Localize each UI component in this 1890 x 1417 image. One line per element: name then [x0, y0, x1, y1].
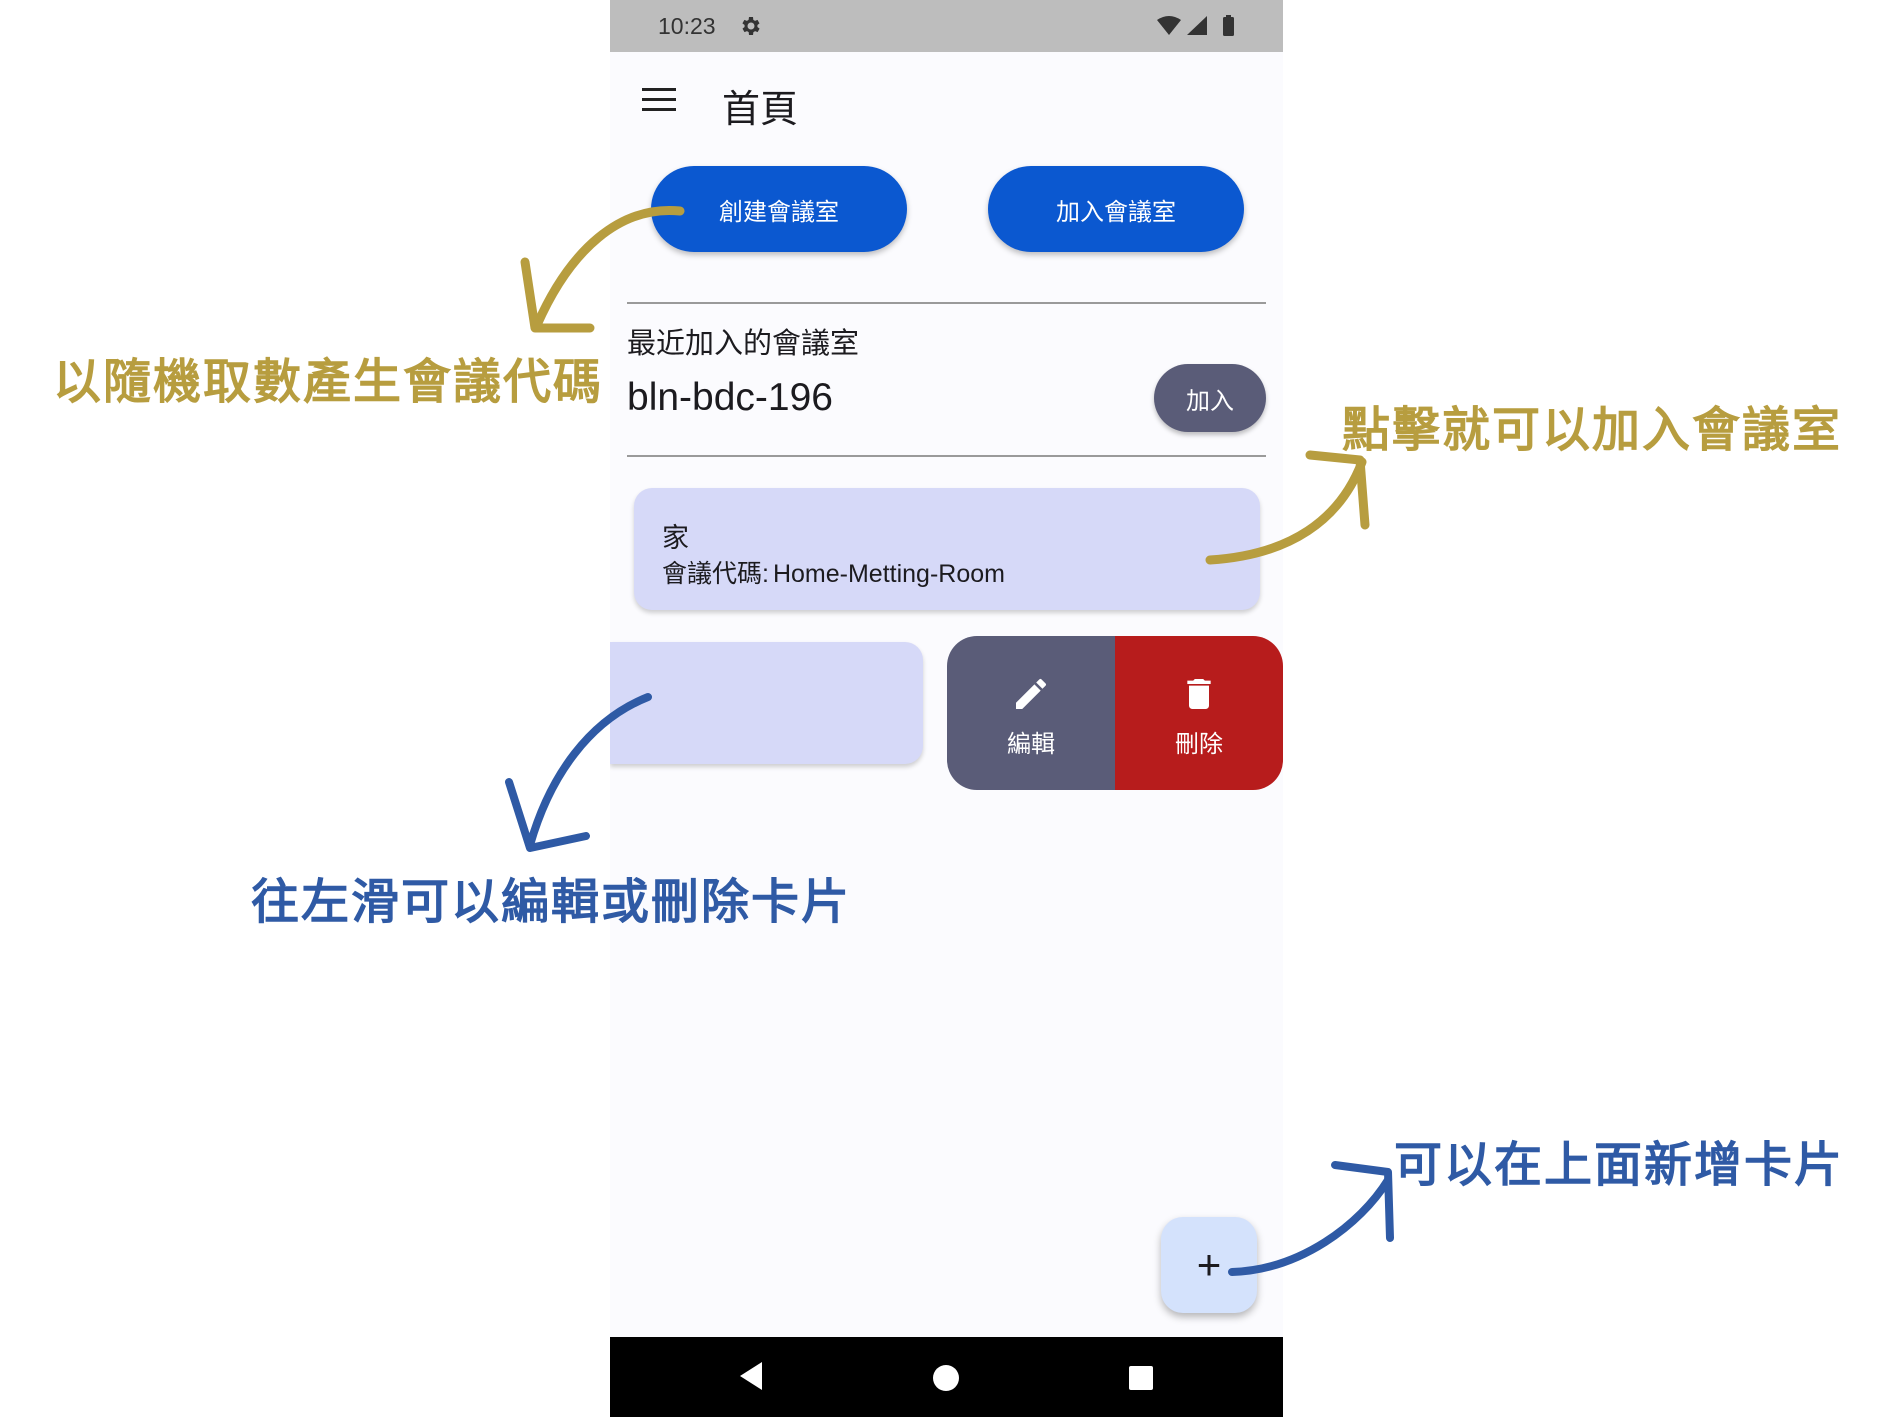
arrow-create [520, 205, 685, 333]
arrow-swipe [505, 693, 652, 852]
annotation-arrows [505, 205, 1394, 1276]
arrow-join [1205, 450, 1370, 565]
arrow-add [1228, 1161, 1394, 1276]
